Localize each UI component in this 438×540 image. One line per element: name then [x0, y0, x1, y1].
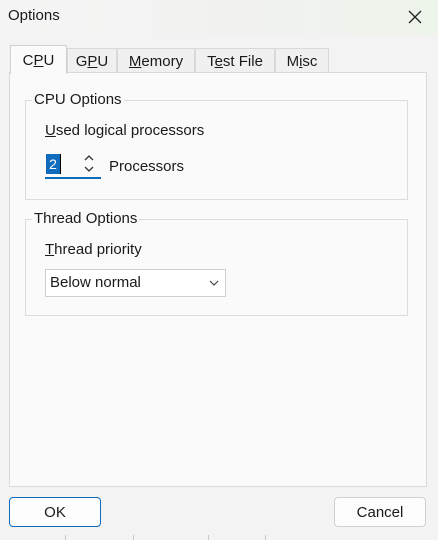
- chevron-down-icon: [209, 280, 219, 286]
- thread-priority-select[interactable]: Below normal: [45, 269, 226, 297]
- cancel-button[interactable]: Cancel: [334, 497, 426, 527]
- close-icon: [408, 10, 422, 24]
- thread-priority-value: Below normal: [50, 274, 141, 291]
- tab-label: Test File: [207, 52, 263, 70]
- divider: [65, 535, 66, 540]
- divider: [133, 535, 134, 540]
- tab-label: GPU: [75, 52, 109, 70]
- window-title: Options: [8, 7, 60, 24]
- tab-label: Misc: [286, 52, 318, 70]
- spinner-arrows[interactable]: [83, 152, 95, 176]
- divider: [265, 535, 266, 540]
- chevron-down-icon: [84, 166, 94, 172]
- thread-priority-label: Thread priority: [45, 241, 142, 258]
- tab-misc[interactable]: Misc: [275, 48, 329, 73]
- cpu-options-group: CPU Options Used logical processors 2 Pr…: [25, 90, 408, 200]
- divider: [208, 535, 209, 540]
- thread-options-group: Thread Options Thread priority Below nor…: [25, 209, 408, 316]
- processor-count-value[interactable]: 2: [46, 154, 60, 174]
- cpu-options-legend: CPU Options: [32, 90, 124, 110]
- tab-gpu[interactable]: GPU: [67, 48, 117, 73]
- tab-cpu[interactable]: CPU: [10, 45, 67, 74]
- processors-units-label: Processors: [109, 158, 185, 175]
- close-button[interactable]: [392, 0, 438, 34]
- title-bar[interactable]: Options: [0, 0, 438, 34]
- thread-options-legend: Thread Options: [32, 209, 140, 229]
- tab-label: CPU: [22, 51, 55, 69]
- text-caret: [60, 154, 61, 174]
- tab-memory[interactable]: Memory: [117, 48, 195, 73]
- tab-test-file[interactable]: Test File: [195, 48, 275, 73]
- options-dialog: Options CPU GPU Memory Test File Misc CP…: [0, 0, 438, 540]
- cpu-tab-panel: CPU Options Used logical processors 2 Pr…: [9, 72, 427, 487]
- ok-button[interactable]: OK: [9, 497, 101, 527]
- used-logical-processors-label: Used logical processors: [45, 122, 205, 139]
- chevron-up-icon: [84, 155, 94, 161]
- processor-count-spinner[interactable]: 2: [45, 151, 101, 179]
- tab-label: Memory: [128, 52, 184, 70]
